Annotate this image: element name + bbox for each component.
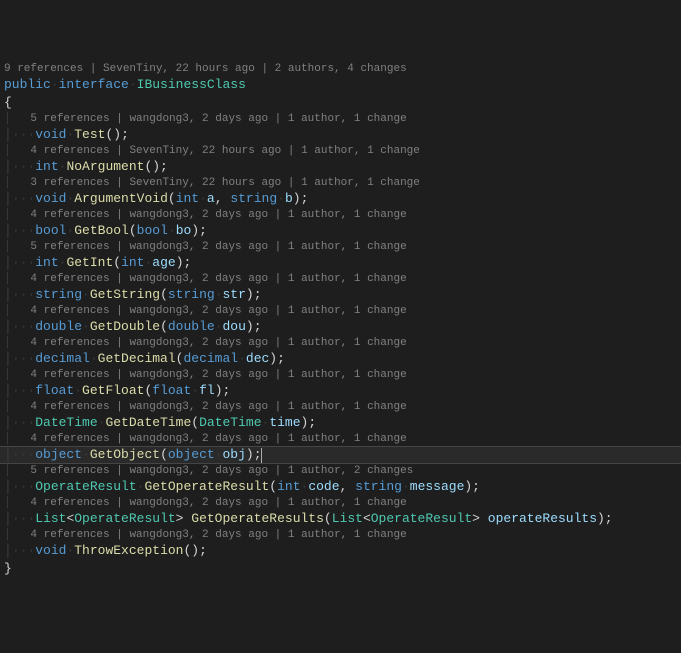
- indent-guide: │: [4, 336, 11, 350]
- indent-guide: │: [4, 304, 11, 318]
- member-line: │···void·ThrowException();: [0, 542, 681, 560]
- indent-guide: │: [4, 222, 12, 240]
- indent-guide: │: [4, 272, 11, 286]
- member-line: │···bool·GetBool(bool·bo);: [0, 222, 681, 240]
- indent-guide: │: [4, 510, 12, 528]
- indent-guide: │: [4, 414, 12, 432]
- indent-guide: │: [4, 496, 11, 510]
- close-brace: }: [0, 560, 681, 578]
- indent-guide: │: [4, 144, 11, 158]
- indent-guide: │: [4, 254, 12, 272]
- member-line: │···void·ArgumentVoid(int·a, string·b);: [0, 190, 681, 208]
- member-line: │···float·GetFloat(float·fl);: [0, 382, 681, 400]
- member-line: │···double·GetDouble(double·dou);: [0, 318, 681, 336]
- indent-guide: │: [4, 542, 12, 560]
- indent-guide: │: [4, 432, 11, 446]
- codelens-member[interactable]: │ 5 references | wangdong3, 2 days ago |…: [0, 112, 681, 126]
- code-editor[interactable]: 9 references | SevenTiny, 22 hours ago |…: [0, 62, 681, 578]
- member-line: │···void·Test();: [0, 126, 681, 144]
- indent-guide: │: [4, 478, 12, 496]
- codelens-member[interactable]: │ 4 references | wangdong3, 2 days ago |…: [0, 272, 681, 286]
- open-brace: {: [0, 94, 681, 112]
- codelens-member[interactable]: │ 4 references | wangdong3, 2 days ago |…: [0, 208, 681, 222]
- text-caret: [261, 448, 262, 463]
- codelens-member[interactable]: │ 4 references | wangdong3, 2 days ago |…: [0, 432, 681, 446]
- indent-guide: │: [4, 318, 12, 336]
- indent-guide: │: [4, 464, 11, 478]
- interface-declaration: public·interface·IBusinessClass: [0, 76, 681, 94]
- member-line: │···OperateResult·GetOperateResult(int·c…: [0, 478, 681, 496]
- member-line: │···string·GetString(string·str);: [0, 286, 681, 304]
- codelens-member[interactable]: │ 5 references | wangdong3, 2 days ago |…: [0, 464, 681, 478]
- codelens-member[interactable]: │ 4 references | wangdong3, 2 days ago |…: [0, 400, 681, 414]
- codelens-member[interactable]: │ 4 references | wangdong3, 2 days ago |…: [0, 496, 681, 510]
- indent-guide: │: [4, 528, 11, 542]
- indent-guide: │: [4, 176, 11, 190]
- indent-guide: │: [4, 400, 11, 414]
- indent-guide: │: [4, 158, 12, 176]
- codelens-member[interactable]: │ 4 references | wangdong3, 2 days ago |…: [0, 304, 681, 318]
- member-line: │···object·GetObject(object·obj);: [0, 446, 681, 464]
- indent-guide: │: [4, 240, 11, 254]
- indent-guide: │: [4, 382, 12, 400]
- indent-guide: │: [4, 126, 12, 144]
- member-line: │···int·GetInt(int·age);: [0, 254, 681, 272]
- member-line: │···DateTime·GetDateTime(DateTime·time);: [0, 414, 681, 432]
- indent-guide: │: [4, 112, 11, 126]
- indent-guide: │: [4, 350, 12, 368]
- codelens-member[interactable]: │ 4 references | wangdong3, 2 days ago |…: [0, 528, 681, 542]
- indent-guide: │: [4, 286, 12, 304]
- member-line: │···List<OperateResult> GetOperateResult…: [0, 510, 681, 528]
- codelens-member[interactable]: │ 3 references | SevenTiny, 22 hours ago…: [0, 176, 681, 190]
- member-line: │···decimal·GetDecimal(decimal·dec);: [0, 350, 681, 368]
- indent-guide: │: [4, 368, 11, 382]
- indent-guide: │: [4, 446, 12, 464]
- codelens-member[interactable]: │ 4 references | wangdong3, 2 days ago |…: [0, 336, 681, 350]
- member-line: │···int·NoArgument();: [0, 158, 681, 176]
- codelens-member[interactable]: │ 4 references | wangdong3, 2 days ago |…: [0, 368, 681, 382]
- indent-guide: │: [4, 190, 12, 208]
- codelens-interface[interactable]: 9 references | SevenTiny, 22 hours ago |…: [0, 62, 681, 76]
- codelens-member[interactable]: │ 5 references | wangdong3, 2 days ago |…: [0, 240, 681, 254]
- indent-guide: │: [4, 208, 11, 222]
- codelens-member[interactable]: │ 4 references | SevenTiny, 22 hours ago…: [0, 144, 681, 158]
